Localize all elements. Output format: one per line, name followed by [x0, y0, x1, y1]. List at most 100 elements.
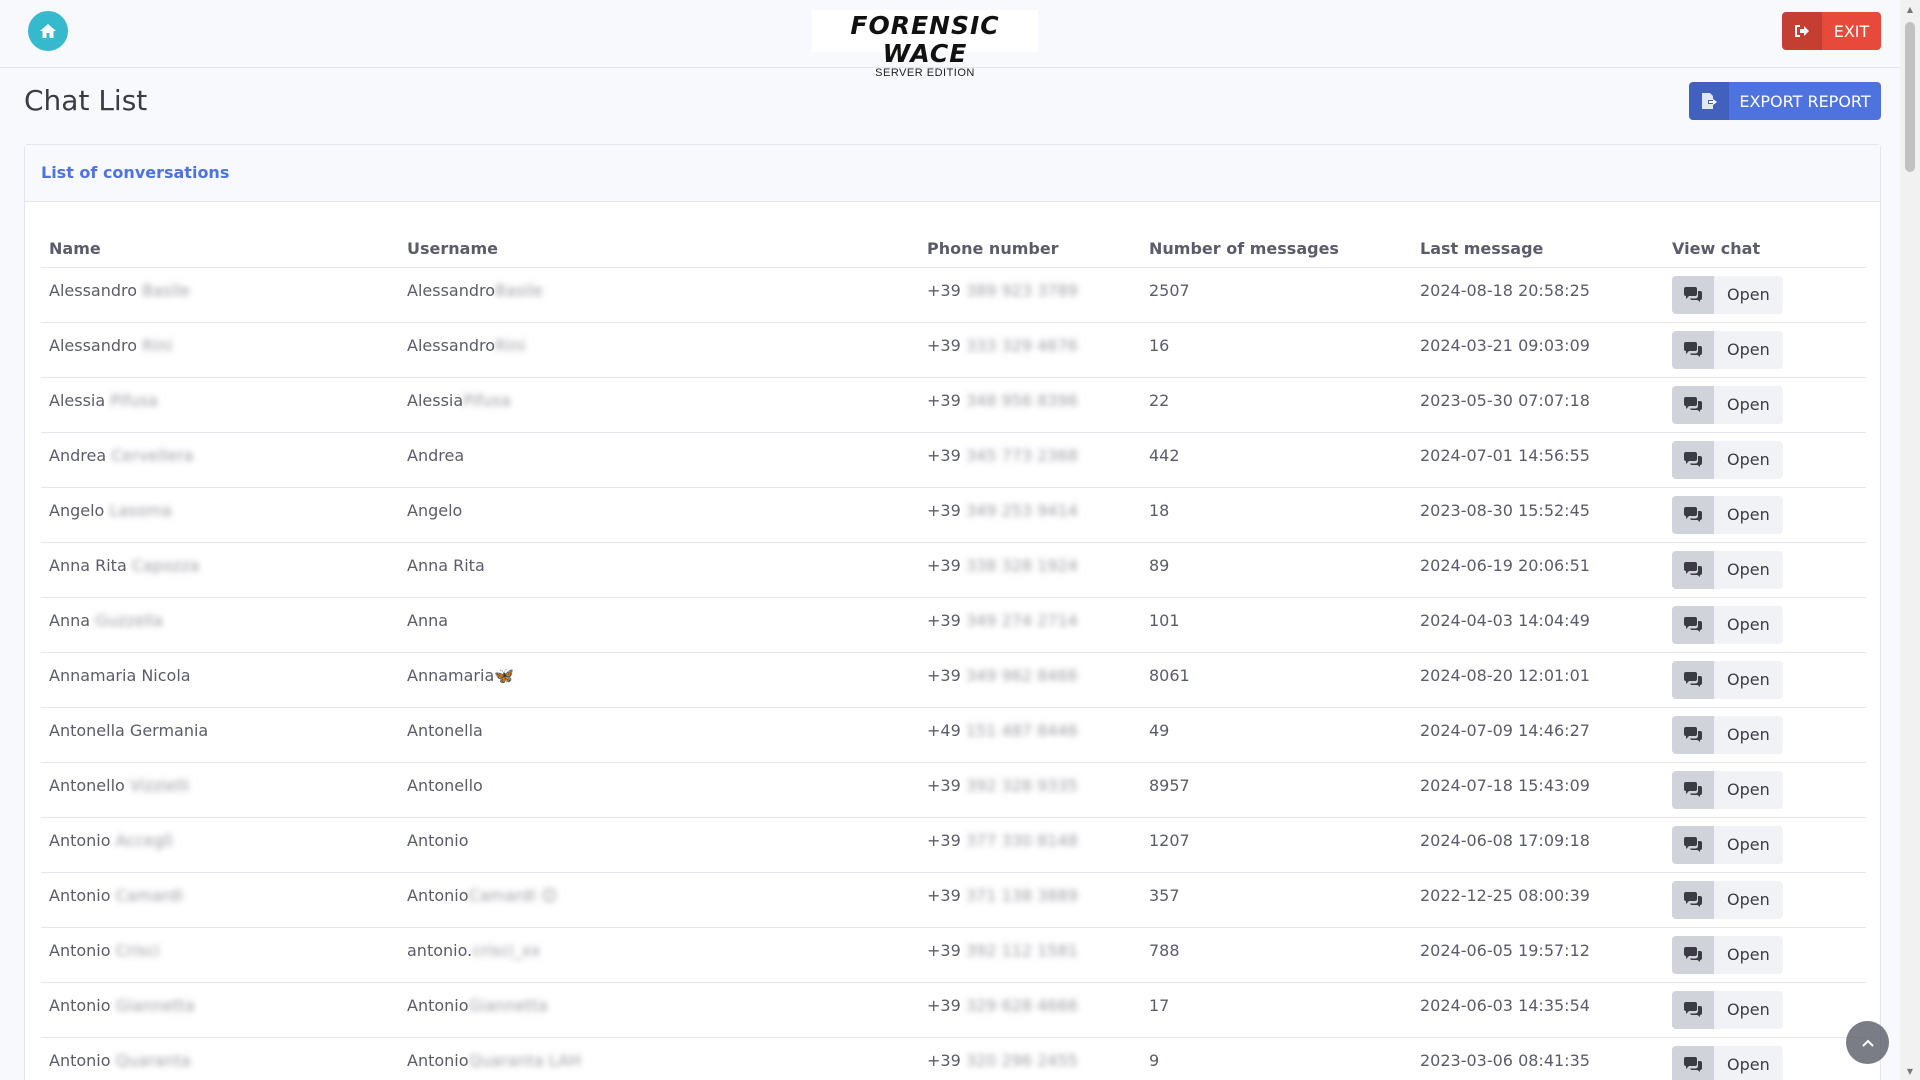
- contact-name: Antonio: [49, 1050, 111, 1070]
- cell-name: Antonio Acceglì: [41, 817, 399, 873]
- column-header-name[interactable]: Name: [41, 230, 399, 268]
- open-chat-button[interactable]: Open: [1672, 605, 1783, 644]
- username: Alessandro: [407, 335, 496, 355]
- contact-name: Alessandro: [49, 335, 138, 355]
- column-header-phone[interactable]: Phone number: [919, 230, 1141, 268]
- phone-redacted: 333 329 4676: [965, 335, 1078, 355]
- logo-subtitle: SERVER EDITION: [875, 67, 975, 79]
- open-chat-button[interactable]: Open: [1672, 715, 1783, 754]
- username: Antonio: [407, 1050, 469, 1070]
- contact-name: Antonio: [49, 885, 111, 905]
- cell-username: Annamaria🦋: [399, 652, 919, 708]
- table-row: Angelo Lasoma Angelo +39 349 253 9414 18 202…: [41, 487, 1866, 543]
- contact-name: Antonio: [49, 830, 111, 850]
- phone-redacted: 392 328 9335: [965, 775, 1078, 795]
- cell-view-chat: Open: [1664, 377, 1866, 433]
- table-row: Antonio Quaranta AntonioQuaranta LAH +39 3…: [41, 1037, 1866, 1080]
- cell-phone: +39 392 112 1581: [919, 927, 1141, 983]
- table-row: Antonella Germania Antonella +49 151 487 …: [41, 707, 1866, 763]
- cell-username: Antonio: [399, 817, 919, 873]
- open-chat-button[interactable]: Open: [1672, 1045, 1783, 1080]
- cell-message-count: 357: [1141, 872, 1412, 928]
- phone-prefix: +49: [927, 720, 961, 740]
- cell-view-chat: Open: [1664, 817, 1866, 873]
- contact-surname-redacted: Camardi: [115, 885, 183, 905]
- table-row: Antonio Giannetta AntonioGiannetta +39 329…: [41, 982, 1866, 1038]
- contact-name: Annamaria Nicola: [49, 665, 191, 685]
- cell-name: Antonio Quaranta: [41, 1037, 399, 1080]
- open-chat-button[interactable]: Open: [1672, 495, 1783, 534]
- cell-last-message: 2023-05-30 07:07:18: [1412, 377, 1664, 433]
- phone-prefix: +39: [927, 665, 961, 685]
- exit-button[interactable]: EXIT: [1782, 12, 1881, 50]
- open-chat-button[interactable]: Open: [1672, 275, 1783, 314]
- open-label: Open: [1727, 1000, 1770, 1019]
- username: Antonio: [407, 830, 469, 850]
- cell-username: AntonioQuaranta LAH: [399, 1037, 919, 1080]
- export-report-label: EXPORT REPORT: [1739, 91, 1871, 111]
- cell-view-chat: Open: [1664, 487, 1866, 543]
- contact-name: Anna Rita: [49, 555, 127, 575]
- phone-prefix: +39: [927, 390, 961, 410]
- open-chat-button[interactable]: Open: [1672, 385, 1783, 424]
- open-chat-button[interactable]: Open: [1672, 935, 1783, 974]
- table-row: Anna Guzzella Anna +39 349 274 2714 101 2024…: [41, 597, 1866, 653]
- open-chat-button[interactable]: Open: [1672, 825, 1783, 864]
- contact-surname-redacted: Pifusa: [110, 390, 158, 410]
- open-chat-button[interactable]: Open: [1672, 880, 1783, 919]
- scrollbar-thumb[interactable]: [1905, 22, 1915, 172]
- contact-name: Alessia: [49, 390, 106, 410]
- open-chat-button[interactable]: Open: [1672, 550, 1783, 589]
- home-button[interactable]: [28, 11, 68, 51]
- column-header-messages[interactable]: Number of messages: [1141, 230, 1412, 268]
- table-row: Antonio Crisci antonio.crisci_xx +39 392 1…: [41, 927, 1866, 983]
- cell-name: Alessia Pifusa: [41, 377, 399, 433]
- phone-redacted: 345 773 2368: [965, 445, 1078, 465]
- username: Anna Rita: [407, 555, 485, 575]
- open-chat-button[interactable]: Open: [1672, 990, 1783, 1029]
- phone-prefix: +39: [927, 1050, 961, 1070]
- cell-message-count: 17: [1141, 982, 1412, 1038]
- username-redacted: crisci_xx: [472, 940, 541, 960]
- cell-name: Alessandro Rini: [41, 322, 399, 378]
- phone-redacted: 320 296 2455: [965, 1050, 1078, 1070]
- open-label: Open: [1727, 340, 1770, 359]
- phone-redacted: 338 328 1924: [965, 555, 1078, 575]
- column-header-view-chat[interactable]: View chat: [1664, 230, 1866, 268]
- cell-last-message: 2024-08-18 20:58:25: [1412, 267, 1664, 323]
- open-chat-button[interactable]: Open: [1672, 440, 1783, 479]
- cell-message-count: 442: [1141, 432, 1412, 488]
- cell-username: Antonello: [399, 762, 919, 818]
- contact-name: Anna: [49, 610, 91, 630]
- comments-icon: [1672, 935, 1714, 974]
- cell-name: Antonella Germania: [41, 707, 399, 763]
- open-chat-button[interactable]: Open: [1672, 770, 1783, 809]
- cell-phone: +39 320 296 2455: [919, 1037, 1141, 1080]
- table-row: Alessandro Basile AlessandroBasile +39 389…: [41, 267, 1866, 323]
- conversations-card: List of conversations Name Username Phon…: [24, 144, 1881, 1080]
- cell-message-count: 49: [1141, 707, 1412, 763]
- column-header-username[interactable]: Username: [399, 230, 919, 268]
- cell-phone: +39 389 923 3789: [919, 267, 1141, 323]
- comments-icon: [1672, 495, 1714, 534]
- open-chat-button[interactable]: Open: [1672, 660, 1783, 699]
- export-report-button[interactable]: EXPORT REPORT: [1689, 82, 1881, 120]
- scroll-down-arrow-icon[interactable]: ▼: [1904, 1065, 1916, 1077]
- cell-message-count: 8061: [1141, 652, 1412, 708]
- logo-title: FORENSIC WACE: [850, 11, 1000, 68]
- comments-icon: [1672, 330, 1714, 369]
- page-scrollbar[interactable]: ▲ ▼: [1900, 0, 1920, 1080]
- open-label: Open: [1727, 725, 1770, 744]
- cell-last-message: 2024-03-21 09:03:09: [1412, 322, 1664, 378]
- open-chat-button[interactable]: Open: [1672, 330, 1783, 369]
- scroll-to-top-button[interactable]: [1846, 1021, 1889, 1064]
- phone-redacted: 377 330 8148: [965, 830, 1078, 850]
- contact-surname-redacted: Rini: [142, 335, 173, 355]
- column-header-last-message[interactable]: Last message: [1412, 230, 1664, 268]
- cell-last-message: 2024-04-03 14:04:49: [1412, 597, 1664, 653]
- phone-prefix: +39: [927, 885, 961, 905]
- scroll-up-arrow-icon[interactable]: ▲: [1904, 3, 1916, 15]
- cell-name: Anna Guzzella: [41, 597, 399, 653]
- cell-phone: +39 345 773 2368: [919, 432, 1141, 488]
- cell-phone: +39 333 329 4676: [919, 322, 1141, 378]
